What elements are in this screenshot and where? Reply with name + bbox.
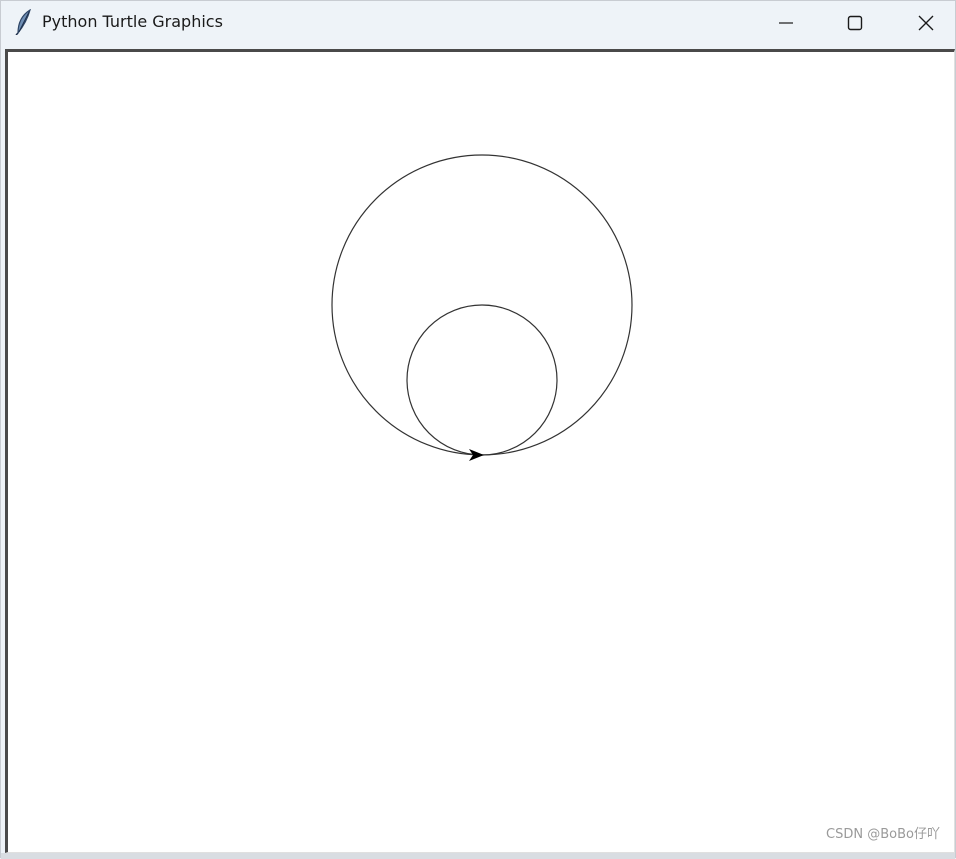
drawing-surface bbox=[331, 154, 633, 461]
small-circle bbox=[406, 304, 558, 456]
window-title: Python Turtle Graphics bbox=[42, 12, 223, 31]
watermark: CSDN @BoBo仔吖 bbox=[826, 827, 940, 842]
minimize-icon bbox=[778, 15, 794, 31]
minimize-button[interactable] bbox=[763, 1, 809, 45]
feather-icon bbox=[13, 8, 35, 36]
maximize-button[interactable] bbox=[832, 1, 878, 45]
close-icon bbox=[918, 15, 934, 31]
turtle-canvas[interactable]: CSDN @BoBo仔吖 bbox=[5, 49, 955, 853]
turtle-window: Python Turtle Graphics CSDN @BoBo仔吖 bbox=[0, 0, 956, 859]
title-bar[interactable]: Python Turtle Graphics bbox=[1, 1, 955, 45]
close-button[interactable] bbox=[903, 1, 949, 45]
maximize-icon bbox=[847, 15, 863, 31]
window-bottom-border bbox=[1, 853, 955, 859]
